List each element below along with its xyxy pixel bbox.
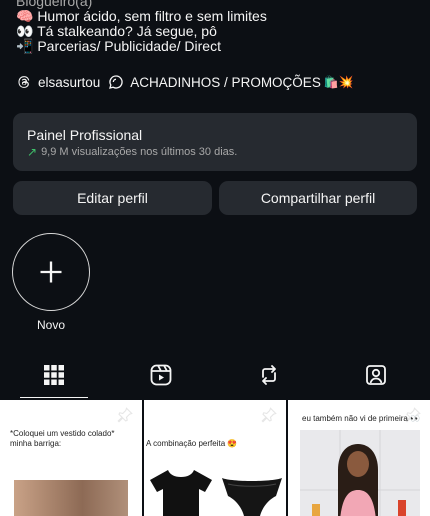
- post-thumbnail[interactable]: A combinação perfeita 😍: [144, 400, 286, 516]
- post-thumbnail[interactable]: eu também não vi de primeira 👀: [288, 400, 430, 516]
- plus-icon: [40, 261, 62, 283]
- channel-emojis: 🛍️💥: [323, 75, 354, 89]
- edit-profile-button[interactable]: Editar perfil: [13, 181, 212, 215]
- tab-posts-grid[interactable]: [0, 352, 108, 398]
- post-caption: A combinação perfeita 😍: [146, 439, 238, 448]
- share-profile-button[interactable]: Compartilhar perfil: [219, 181, 417, 215]
- threads-handle: elsasurtou: [38, 74, 101, 90]
- bio-line-3: 📲 Parcerias/ Publicidade/ Direct: [16, 38, 221, 54]
- posts-grid: *Coloquei um vestido colado* minha barri…: [0, 400, 430, 516]
- post-thumbnail[interactable]: *Coloquei um vestido colado* minha barri…: [0, 400, 142, 516]
- dashboard-stat: ↗ 9,9 M visualizações nos últimos 30 dia…: [27, 145, 403, 159]
- bio-line-1: 🧠 Humor ácido, sem filtro e sem limites: [16, 8, 267, 24]
- tshirt-image: [150, 470, 212, 516]
- lingerie-image: [222, 478, 282, 516]
- profile-bio: Blogueiro(a) 🧠 Humor ácido, sem filtro e…: [16, 0, 416, 54]
- threads-link[interactable]: elsasurtou: [16, 74, 100, 90]
- reels-icon: [150, 364, 172, 386]
- post-image: [14, 480, 128, 516]
- profile-tabs: [0, 352, 430, 398]
- dashboard-stat-text: 9,9 M visualizações nos últimos 30 dias.: [41, 146, 238, 158]
- post-caption: eu também não vi de primeira 👀: [302, 414, 421, 423]
- tab-tagged[interactable]: [323, 352, 430, 398]
- grid-icon: [43, 365, 64, 385]
- pin-icon: [117, 407, 133, 423]
- professional-dashboard[interactable]: Painel Profissional ↗ 9,9 M visualizaçõe…: [13, 113, 417, 171]
- threads-icon: [18, 76, 30, 88]
- new-highlight-label: Novo: [36, 318, 65, 332]
- dashboard-title: Painel Profissional: [27, 127, 143, 143]
- profile-links: elsasurtou ACHADINHOS / PROMOÇÕES 🛍️💥: [16, 72, 354, 92]
- trend-up-icon: ↗: [27, 145, 38, 159]
- repost-icon: [261, 365, 276, 385]
- tagged-icon: [366, 365, 387, 385]
- broadcast-channel-link[interactable]: ACHADINHOS / PROMOÇÕES 🛍️💥: [108, 74, 354, 90]
- post-image: [300, 430, 420, 516]
- channel-icon: [109, 75, 123, 89]
- channel-name: ACHADINHOS / PROMOÇÕES: [130, 74, 321, 90]
- pin-icon: [261, 407, 277, 423]
- bio-line-2: 👀 Tá stalkeando? Já segue, pô: [16, 23, 217, 39]
- post-caption: *Coloquei um vestido colado* minha barri…: [10, 429, 115, 448]
- new-highlight-button[interactable]: [12, 233, 90, 311]
- tab-reels[interactable]: [108, 352, 216, 398]
- tab-reposts[interactable]: [215, 352, 323, 398]
